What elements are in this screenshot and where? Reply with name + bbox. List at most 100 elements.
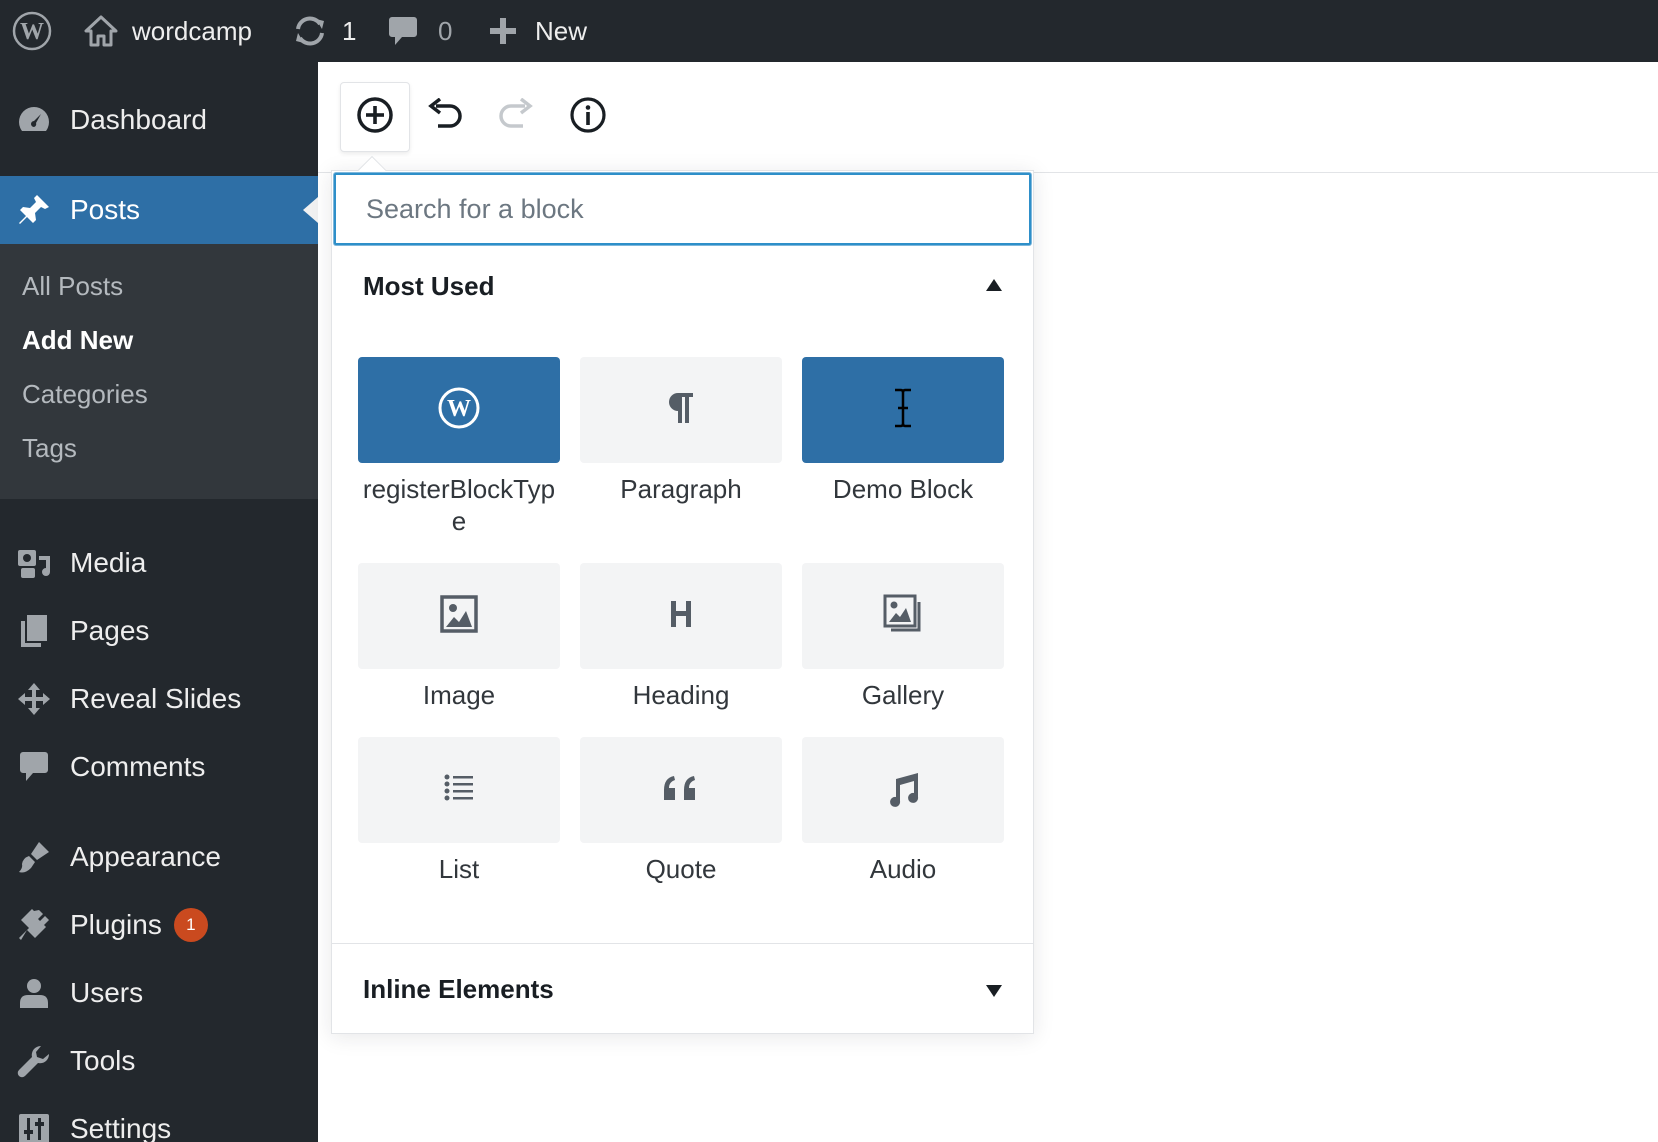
menu-item-posts[interactable]: Posts xyxy=(0,176,318,244)
menu-item-label: Appearance xyxy=(70,841,222,872)
move-icon xyxy=(17,682,51,716)
block-search-input[interactable] xyxy=(334,173,1031,245)
block-label: Demo Block xyxy=(832,474,974,504)
expand-arrow-icon[interactable] xyxy=(986,985,1002,997)
menu-item-label: Pages xyxy=(70,615,150,646)
menu-item-label: Posts xyxy=(70,194,141,225)
comments-count: 0 xyxy=(438,15,453,46)
menu-item-pages[interactable]: Pages xyxy=(0,598,318,664)
menu-item-label: Settings xyxy=(70,1113,172,1142)
block-label: Image xyxy=(422,680,496,710)
panel-divider xyxy=(332,943,1033,944)
block-tile xyxy=(580,563,782,669)
quote-icon xyxy=(662,774,700,807)
gallery-icon xyxy=(883,594,923,639)
submenu-add-new[interactable]: Add New xyxy=(22,325,133,356)
block-item-list[interactable]: List xyxy=(358,737,560,885)
image-icon xyxy=(440,594,478,638)
menu-item-label: Comments xyxy=(70,751,206,782)
block-tile xyxy=(358,737,560,843)
block-label: Paragraph xyxy=(620,474,742,504)
block-tile xyxy=(802,737,1004,843)
refresh-icon xyxy=(292,15,328,47)
menu-item-label: Users xyxy=(70,977,144,1008)
media-icon xyxy=(17,546,51,580)
admin-bar: W wordcamp 1 0 New xyxy=(0,0,1658,62)
block-label: Quote xyxy=(645,854,717,884)
submenu-tags[interactable]: Tags xyxy=(22,433,77,464)
new-label: New xyxy=(535,15,588,46)
block-item-demo-block[interactable]: Demo Block xyxy=(802,357,1004,505)
comment-bubble-icon xyxy=(388,15,418,47)
add-block-icon xyxy=(355,95,395,140)
svg-text:W: W xyxy=(20,19,44,45)
brush-icon xyxy=(17,840,51,874)
plus-icon xyxy=(489,17,517,45)
submenu-categories[interactable]: Categories xyxy=(22,379,148,410)
inline-elements-panel-title[interactable]: Inline Elements xyxy=(363,974,554,1005)
menu-item-settings[interactable]: Settings xyxy=(0,1096,318,1142)
most-used-panel-title[interactable]: Most Used xyxy=(363,271,494,302)
block-tile: W xyxy=(358,357,560,463)
pages-icon xyxy=(17,614,51,648)
block-label: Audio xyxy=(869,854,937,884)
comment-icon xyxy=(17,750,51,784)
menu-item-tools[interactable]: Tools xyxy=(0,1028,318,1094)
pin-icon xyxy=(17,193,51,227)
current-menu-arrow xyxy=(303,197,318,223)
block-label: Heading xyxy=(632,680,730,710)
block-label: registerBlockType xyxy=(362,474,556,536)
block-item-heading[interactable]: Heading xyxy=(580,563,782,711)
block-tile xyxy=(580,737,782,843)
editor-toolbar xyxy=(318,62,1658,173)
block-item-quote[interactable]: Quote xyxy=(580,737,782,885)
redo-button[interactable] xyxy=(491,92,541,142)
menu-item-label: Tools xyxy=(70,1045,136,1076)
info-button[interactable] xyxy=(563,92,613,142)
menu-item-label: Dashboard xyxy=(70,104,207,135)
info-icon xyxy=(569,96,607,139)
menu-item-media[interactable]: Media xyxy=(0,530,318,596)
site-link[interactable]: wordcamp xyxy=(84,0,252,62)
menu-item-label: Reveal Slides xyxy=(70,683,242,714)
block-item-image[interactable]: Image xyxy=(358,563,560,711)
wordpress-logo-icon[interactable]: W xyxy=(12,0,52,62)
block-tile xyxy=(802,357,1004,463)
home-icon xyxy=(84,15,118,47)
user-icon xyxy=(17,976,51,1010)
admin-sidebar: Dashboard Posts All Posts Add New Catego… xyxy=(0,62,318,1142)
block-item-paragraph[interactable]: Paragraph xyxy=(580,357,782,505)
wordpress-icon: W xyxy=(438,387,480,434)
site-name: wordcamp xyxy=(132,15,252,46)
plug-icon xyxy=(17,908,51,942)
submenu-all-posts[interactable]: All Posts xyxy=(22,271,123,302)
svg-text:W: W xyxy=(447,396,471,422)
comments-link[interactable]: 0 xyxy=(388,0,452,62)
text-cursor-icon xyxy=(892,388,914,433)
plugins-update-badge: 1 xyxy=(173,908,208,942)
block-label: Gallery xyxy=(861,680,945,710)
menu-item-comments[interactable]: Comments xyxy=(0,734,318,800)
menu-item-dashboard[interactable]: Dashboard xyxy=(0,87,318,153)
block-item-audio[interactable]: Audio xyxy=(802,737,1004,885)
redo-icon xyxy=(497,97,535,137)
wrench-icon xyxy=(17,1044,51,1078)
menu-item-users[interactable]: Users xyxy=(0,960,318,1026)
block-inserter-popover: Most Used W registerBlockType Paragraph … xyxy=(331,155,1034,1034)
audio-icon xyxy=(884,769,922,812)
block-item-gallery[interactable]: Gallery xyxy=(802,563,1004,711)
block-inserter-button[interactable] xyxy=(340,82,410,152)
undo-button[interactable] xyxy=(420,92,470,142)
block-tile xyxy=(358,563,560,669)
dashboard-icon xyxy=(17,103,51,137)
menu-item-plugins[interactable]: Plugins 1 xyxy=(0,892,318,958)
updates-link[interactable]: 1 xyxy=(292,0,356,62)
new-content-link[interactable]: New xyxy=(489,0,587,62)
block-tile xyxy=(580,357,782,463)
block-item-registerblocktype[interactable]: W registerBlockType xyxy=(358,357,560,537)
menu-item-appearance[interactable]: Appearance xyxy=(0,824,318,890)
updates-count: 1 xyxy=(342,15,357,46)
menu-item-reveal-slides[interactable]: Reveal Slides xyxy=(0,666,318,732)
collapse-arrow-icon[interactable] xyxy=(986,279,1002,291)
block-label: List xyxy=(438,854,480,884)
